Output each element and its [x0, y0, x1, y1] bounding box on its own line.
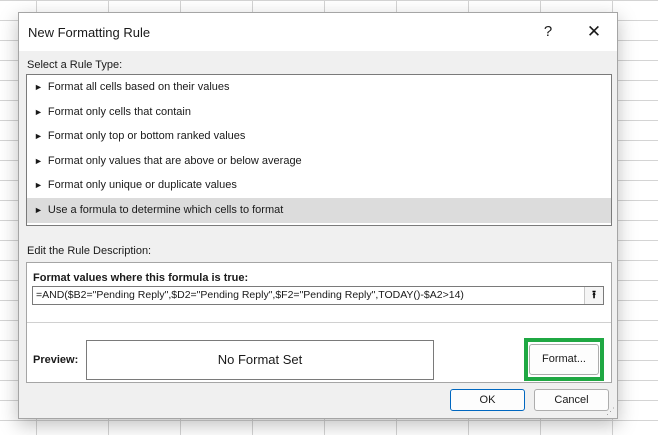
rule-type-item[interactable]: ► Format only unique or duplicate values	[27, 173, 611, 198]
formula-input[interactable]: =AND($B2="Pending Reply",$D2="Pending Re…	[32, 286, 604, 305]
edit-description-label: Edit the Rule Description:	[27, 245, 152, 257]
new-formatting-rule-dialog: New Formatting Rule ? ✕ Select a Rule Ty…	[18, 12, 618, 419]
format-button[interactable]: Format...	[529, 344, 599, 375]
preview-label: Preview:	[33, 354, 79, 366]
formula-label: Format values where this formula is true…	[33, 272, 249, 284]
close-button[interactable]: ✕	[571, 17, 617, 47]
rule-type-item[interactable]: ► Format only values that are above or be…	[27, 149, 611, 174]
title-bar: New Formatting Rule ? ✕	[19, 13, 617, 51]
formula-value[interactable]: =AND($B2="Pending Reply",$D2="Pending Re…	[36, 289, 464, 301]
rule-type-item[interactable]: ► Format only top or bottom ranked values	[27, 124, 611, 149]
rule-type-label: Select a Rule Type:	[27, 59, 123, 71]
ok-button[interactable]: OK	[450, 389, 525, 411]
cancel-button[interactable]: Cancel	[534, 389, 609, 411]
resize-grip-icon[interactable]: ⋰	[606, 407, 615, 416]
preview-box: No Format Set	[86, 340, 434, 380]
arrow-right-icon: ►	[34, 204, 43, 215]
arrow-right-icon: ►	[34, 82, 43, 92]
arrow-right-icon: ►	[34, 131, 43, 142]
rule-type-item-selected[interactable]: ► Use a formula to determine which cells …	[27, 197, 611, 223]
help-button[interactable]: ?	[525, 17, 571, 47]
divider	[27, 322, 611, 323]
dialog-title: New Formatting Rule	[28, 25, 151, 40]
arrow-right-icon: ►	[34, 106, 43, 117]
arrow-right-icon: ►	[34, 155, 43, 166]
rule-type-list: ► Format all cells based on their values …	[26, 74, 612, 226]
arrow-right-icon: ►	[34, 180, 43, 191]
collapse-dialog-icon[interactable]: ⭱	[584, 287, 603, 304]
rule-type-item[interactable]: ► Format only cells that contain	[27, 100, 611, 125]
rule-type-item[interactable]: ► Format all cells based on their values	[27, 75, 611, 100]
